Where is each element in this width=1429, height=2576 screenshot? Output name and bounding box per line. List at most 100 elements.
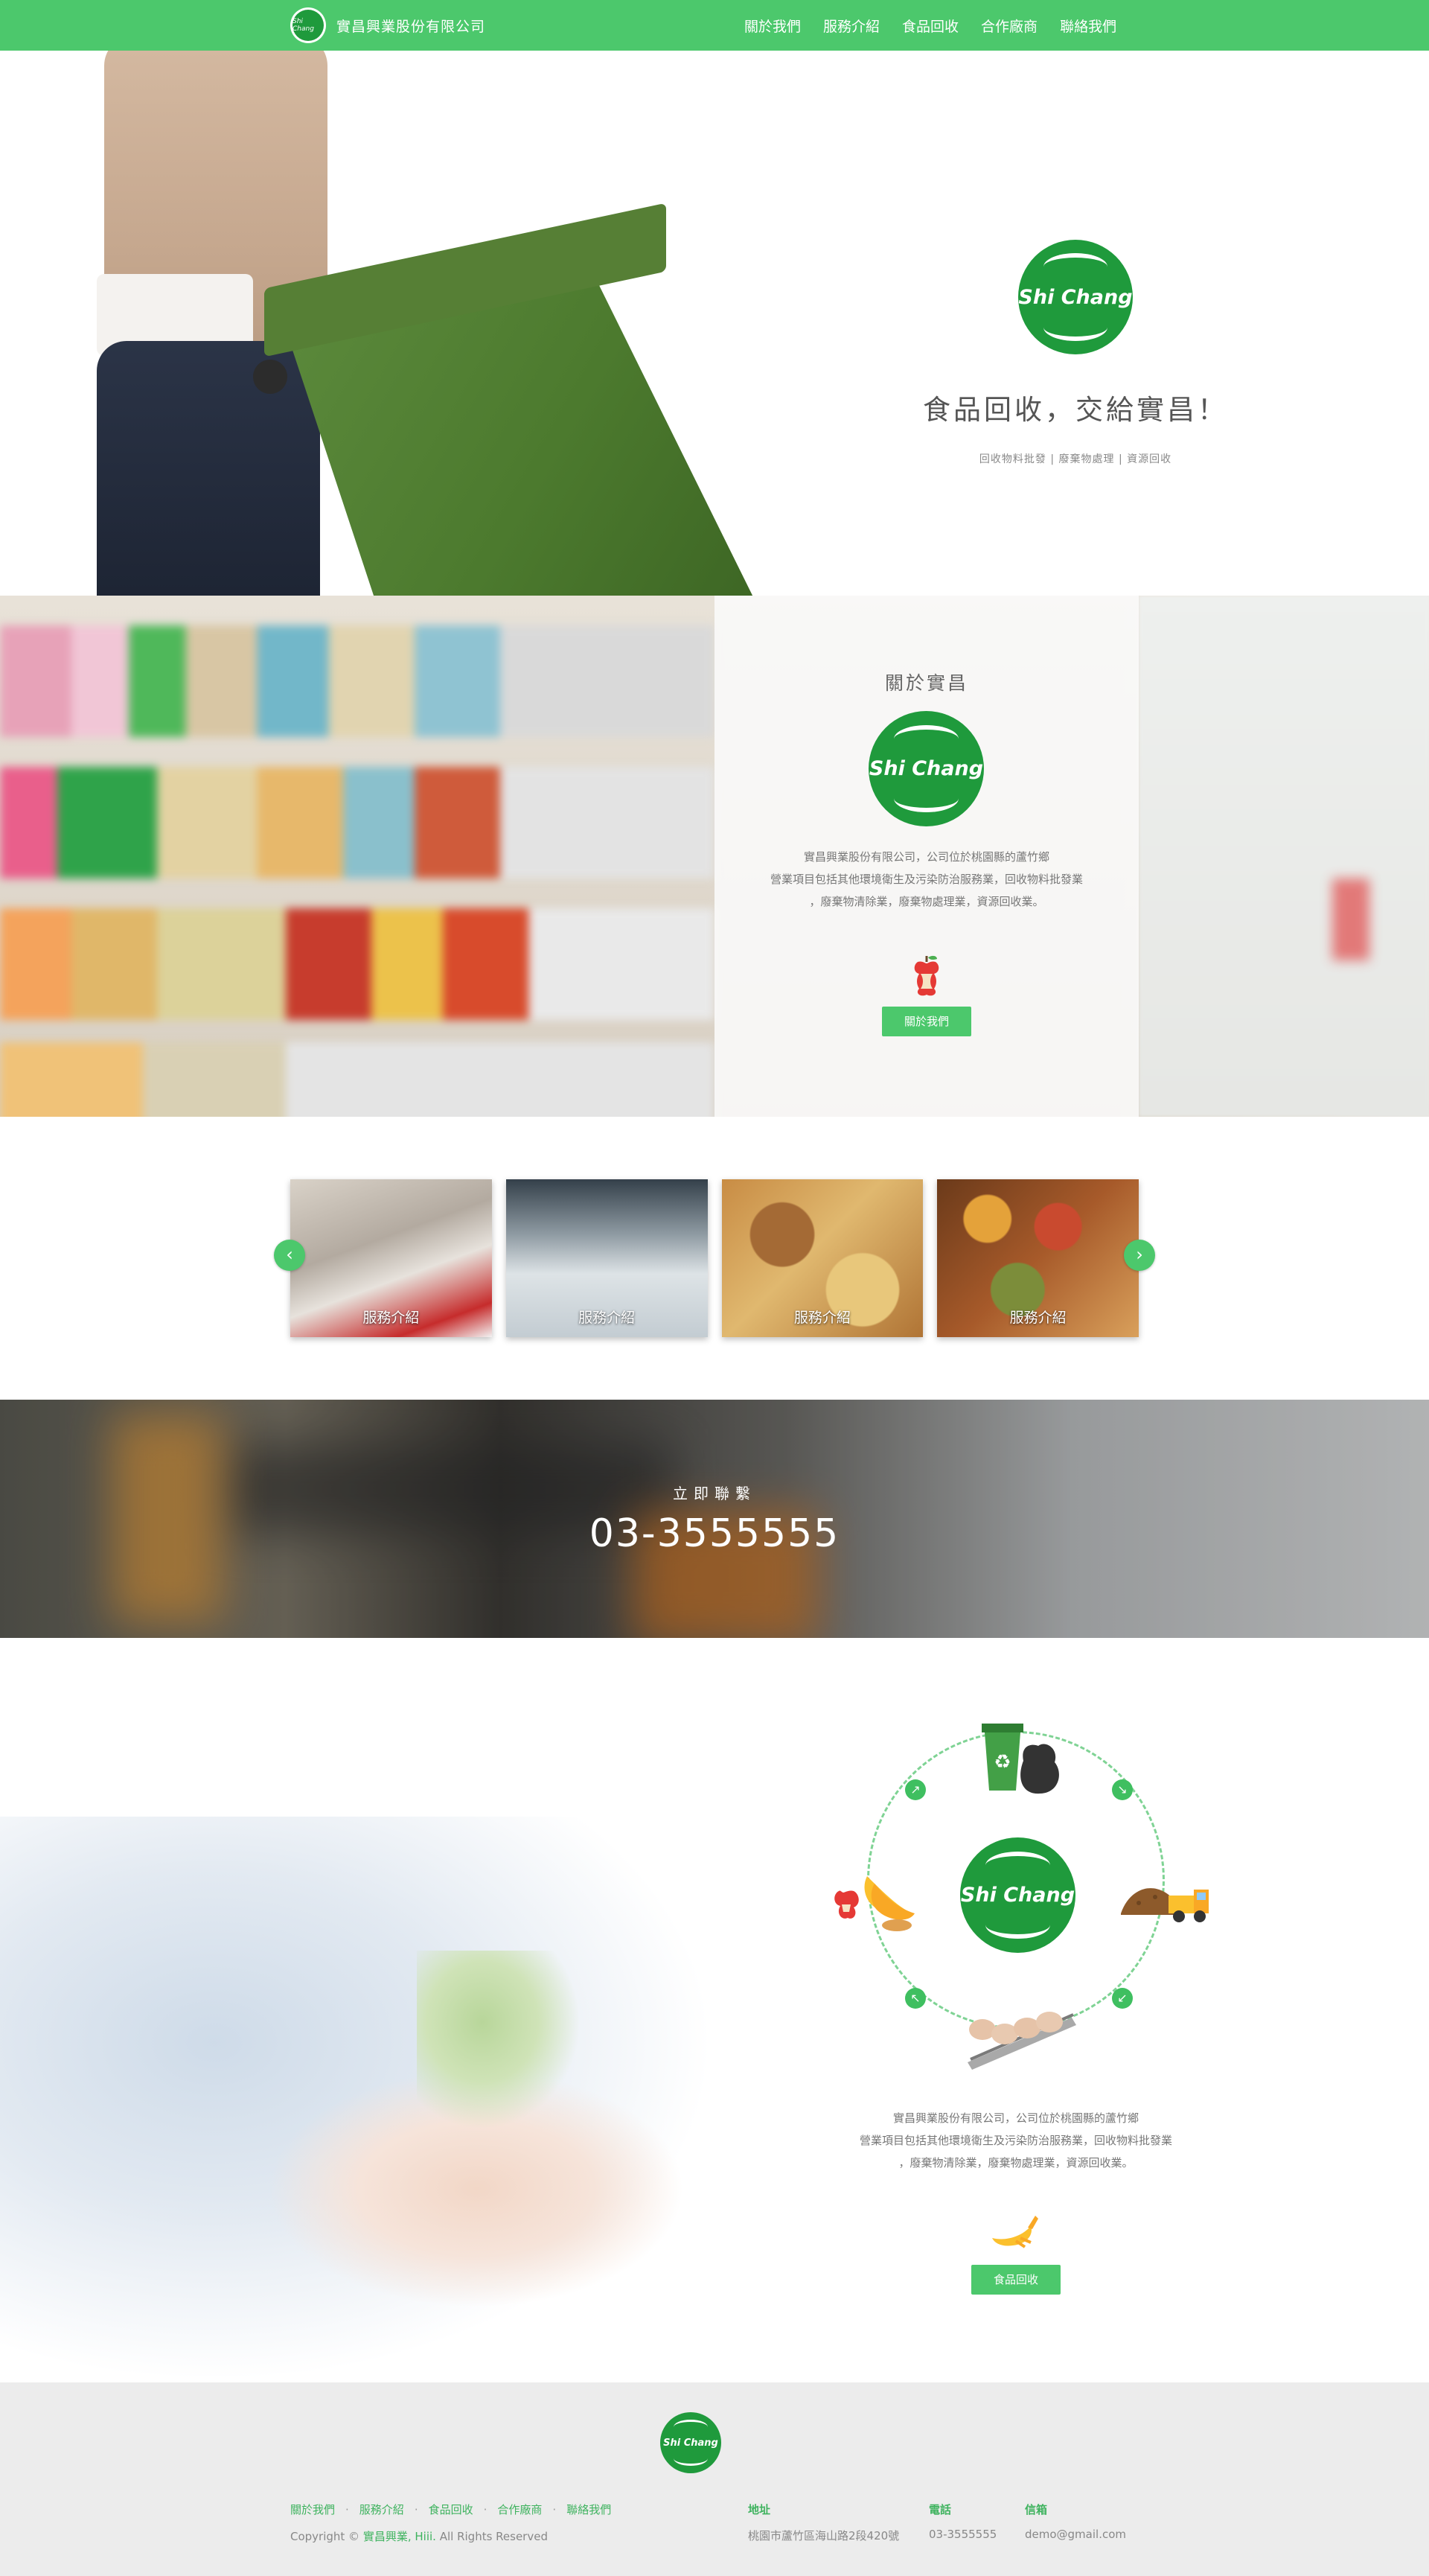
hero-logo: Shi Chang (1018, 240, 1133, 354)
footer-link-about[interactable]: 關於我們 (290, 2502, 335, 2517)
nav-partners[interactable]: 合作廠商 (981, 16, 1038, 36)
nav-contact[interactable]: 聯絡我們 (1060, 16, 1116, 36)
recycle-text-line: 營業項目包括其他環境衛生及污染防治服務業，回收物料批發業 (859, 2134, 1172, 2147)
service-card[interactable]: 服務介紹 (290, 1179, 492, 1337)
hero-subline: 回收物料批發 | 廢棄物處理 | 資源回收 (979, 453, 1172, 465)
logo-arrow-top-icon (1043, 253, 1108, 281)
phone-label: 電話 (929, 2503, 952, 2516)
contact-phone[interactable]: 03-3555555 (0, 1511, 1429, 1556)
service-cards: 服務介紹 服務介紹 服務介紹 服務介紹 (290, 1179, 1139, 1337)
recycle-center-logo: Shi Chang (960, 1837, 1075, 1953)
email-value[interactable]: demo@gmail.com (1025, 2528, 1126, 2541)
food-recycling-section: ↗ ↘ ↙ ↖ ♻ Shi Chang 實昌興業股份有限公司，公司位於桃園縣的蘆… (0, 1638, 1429, 2382)
contact-banner: 立即聯繫 03-3555555 (0, 1400, 1429, 1638)
service-card[interactable]: 服務介紹 (937, 1179, 1139, 1337)
shelf-background-image (0, 767, 714, 879)
link-separator: · (414, 2502, 418, 2516)
footer-links: 關於我們 · 服務介紹 · 食品回收 · 合作廠商 · 聯絡我們 (290, 2502, 611, 2517)
carousel-next-button[interactable]: › (1124, 1240, 1155, 1271)
shelf-background-right (1139, 596, 1429, 1117)
link-separator: · (552, 2502, 557, 2516)
footer-link-partners[interactable]: 合作廠商 (497, 2502, 542, 2517)
shelf-background-image (0, 625, 714, 737)
about-section: 關於實昌 Shi Chang 實昌興業股份有限公司，公司位於桃園縣的蘆竹鄉 營業… (0, 596, 1429, 1117)
nav-about[interactable]: 關於我們 (744, 16, 801, 36)
phone-value: 03-3555555 (929, 2528, 997, 2541)
logo-arrow-top-icon (894, 724, 959, 753)
recycle-text-line: 實昌興業股份有限公司，公司位於桃園縣的蘆竹鄉 (892, 2111, 1139, 2125)
carousel-prev-button[interactable]: ‹ (274, 1240, 305, 1271)
logo-arrow-bottom-icon (985, 1911, 1050, 1939)
footer-phone: 電話 03-3555555 (929, 2502, 997, 2541)
about-logo: Shi Chang (869, 711, 984, 826)
about-panel: 關於實昌 Shi Chang 實昌興業股份有限公司，公司位於桃園縣的蘆竹鄉 營業… (714, 596, 1139, 1117)
nav-services[interactable]: 服務介紹 (823, 16, 880, 36)
hero-logo-text: Shi Chang (1018, 285, 1133, 309)
svg-text:♻: ♻ (994, 1751, 1011, 1773)
logo-arrow-top-icon (674, 2419, 708, 2435)
conveyor-belt-icon (968, 2012, 1076, 2070)
copyright-brand-link[interactable]: 實昌興業, Hiii. (363, 2530, 436, 2543)
footer-link-services[interactable]: 服務介紹 (359, 2502, 404, 2517)
footer-email: 信箱 demo@gmail.com (1025, 2502, 1126, 2541)
nav-food-recycling[interactable]: 食品回收 (902, 16, 959, 36)
service-card[interactable]: 服務介紹 (505, 1179, 708, 1337)
main-nav: 關於我們 服務介紹 食品回收 合作廠商 聯絡我們 (744, 0, 1116, 51)
logo-arrow-bottom-icon (674, 2452, 708, 2467)
shelf-background-image (0, 1042, 714, 1117)
contact-label: 立即聯繫 (673, 1485, 756, 1502)
shelf-background-accent (1332, 879, 1369, 960)
dump-truck-icon (1121, 1888, 1209, 1922)
service-card-caption: 服務介紹 (362, 1310, 420, 1326)
arrow-down-left-icon: ↙ (1112, 1988, 1133, 2009)
about-logo-text: Shi Chang (869, 757, 984, 780)
copyright: Copyright © 實昌興業, Hiii. All Rights Reser… (290, 2528, 548, 2544)
logo-arrow-top-icon (985, 1851, 1050, 1879)
arrow-down-right-icon: ↘ (1112, 1779, 1133, 1800)
about-text-line: 實昌興業股份有限公司，公司位於桃園縣的蘆竹鄉 (803, 850, 1049, 864)
arrow-up-right-icon: ↗ (905, 1779, 926, 1800)
email-label: 信箱 (1025, 2503, 1048, 2516)
services-carousel: 服務介紹 服務介紹 服務介紹 服務介紹 ‹ › (0, 1117, 1429, 1400)
recycle-bin-icon: ♻ (982, 1724, 1059, 1794)
shelf-background-image (0, 908, 714, 1020)
about-description: 實昌興業股份有限公司，公司位於桃園縣的蘆竹鄉 營業項目包括其他環境衛生及污染防治… (744, 846, 1109, 913)
footer-logo[interactable]: Shi Chang (660, 2412, 721, 2473)
arrow-up-left-icon: ↖ (905, 1988, 926, 2009)
brand-logo-text: Shi Chang (292, 10, 324, 41)
address-label: 地址 (748, 2503, 771, 2516)
link-separator: · (483, 2502, 487, 2516)
link-separator: · (345, 2502, 349, 2516)
fruit-waste-icon (834, 1876, 915, 1931)
footer-link-food-recycling[interactable]: 食品回收 (429, 2502, 473, 2517)
recycle-text-line: ，廢棄物清除業，廢棄物處理業，資源回收業。 (898, 2156, 1134, 2169)
service-card-caption: 服務介紹 (1009, 1310, 1067, 1326)
footer: Shi Chang 關於我們 · 服務介紹 · 食品回收 · 合作廠商 · 聯絡… (0, 2382, 1429, 2576)
service-card[interactable]: 服務介紹 (721, 1179, 924, 1337)
chevron-right-icon: › (1136, 1244, 1143, 1265)
food-recycling-button[interactable]: 食品回收 (971, 2265, 1061, 2295)
copyright-suffix: All Rights Reserved (439, 2530, 548, 2543)
footer-link-contact[interactable]: 聯絡我們 (566, 2502, 611, 2517)
brand[interactable]: Shi Chang 實昌興業股份有限公司 (290, 7, 485, 43)
about-title: 關於實昌 (884, 672, 968, 694)
footer-logo-text: Shi Chang (663, 2437, 718, 2449)
recycle-description: 實昌興業股份有限公司，公司位於桃園縣的蘆竹鄉 營業項目包括其他環境衛生及污染防治… (834, 2107, 1198, 2174)
about-text-line: ，廢棄物清除業，廢棄物處理業，資源回收業。 (809, 895, 1044, 908)
brand-name: 實昌興業股份有限公司 (336, 18, 486, 35)
address-value: 桃園市蘆竹區海山路2段420號 (748, 2529, 900, 2542)
service-card-caption: 服務介紹 (578, 1310, 636, 1326)
about-text-line: 營業項目包括其他環境衛生及污染防治服務業，回收物料批發業 (770, 873, 1083, 886)
chevron-left-icon: ‹ (286, 1244, 293, 1265)
about-us-button[interactable]: 關於我們 (882, 1007, 971, 1036)
hero-bin-wheel-image (253, 360, 287, 394)
hero-tagline: 食品回收，交給實昌！ (923, 394, 1228, 426)
apple-core-icon (914, 955, 939, 996)
hero-section: Shi Chang 食品回收，交給實昌！ 回收物料批發 | 廢棄物處理 | 資源… (0, 51, 1429, 596)
brand-logo-icon: Shi Chang (290, 7, 326, 43)
top-nav-bar: Shi Chang 實昌興業股份有限公司 關於我們 服務介紹 食品回收 合作廠商… (0, 0, 1429, 51)
banana-peel-icon (992, 2216, 1038, 2248)
footer-address: 地址 桃園市蘆竹區海山路2段420號 (748, 2502, 899, 2543)
recycle-background-sprout-image (417, 1951, 581, 2129)
service-card-caption: 服務介紹 (793, 1310, 851, 1326)
